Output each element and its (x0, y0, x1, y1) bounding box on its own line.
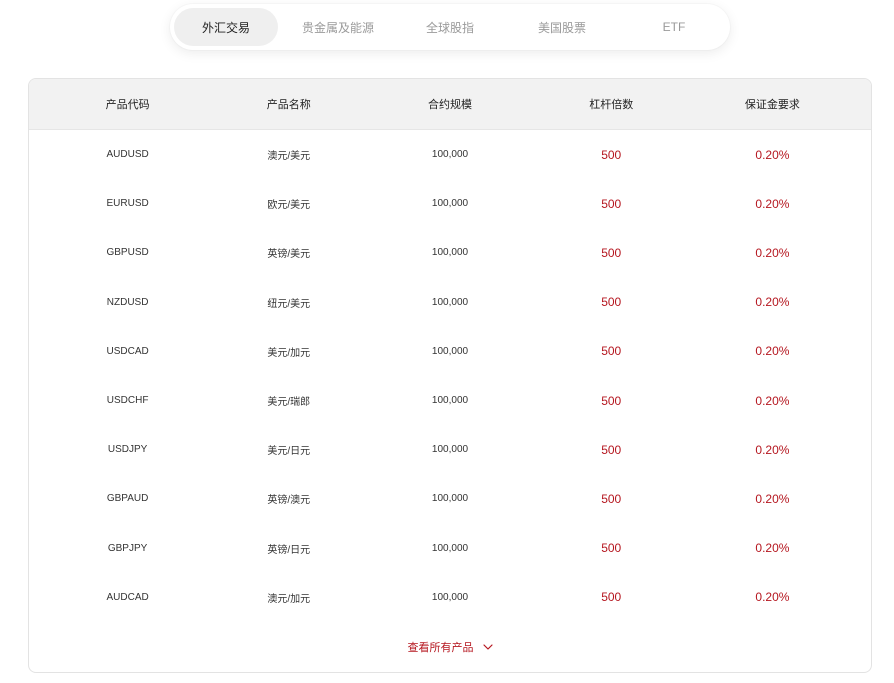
view-all-products-label: 查看所有产品 (407, 641, 474, 654)
contract-size: 100,000 (431, 345, 469, 357)
table-body: AUDUSD 澳元/美元 100,000 500 0.20% EURUSD 欧元… (29, 130, 871, 622)
product-name: 澳元/美元 (267, 151, 311, 163)
chevron-down-icon (482, 644, 493, 650)
header-contract-size: 合约规模 (428, 99, 472, 111)
margin-requirement: 0.20% (755, 344, 790, 359)
tab-forex[interactable]: 外汇交易 (174, 8, 278, 46)
product-name: 美元/日元 (267, 446, 311, 458)
margin-requirement: 0.20% (755, 541, 790, 556)
product-name: 欧元/美元 (267, 200, 311, 212)
contract-size: 100,000 (431, 296, 469, 308)
product-name: 英镑/日元 (267, 544, 311, 556)
product-code: USDJPY (107, 444, 148, 456)
contract-size: 100,000 (431, 444, 469, 456)
leverage: 500 (601, 344, 622, 359)
leverage: 500 (601, 147, 622, 162)
product-code: GBPUSD (106, 247, 149, 259)
tab-metals-energy[interactable]: 贵金属及能源 (286, 8, 390, 46)
header-product-code: 产品代码 (105, 99, 150, 111)
product-code: AUDUSD (106, 149, 149, 161)
tab-us-stocks[interactable]: 美国股票 (510, 8, 614, 46)
contract-size: 100,000 (431, 395, 469, 407)
leverage: 500 (601, 245, 622, 260)
product-code: USDCAD (106, 345, 149, 357)
product-name: 美元/瑞郎 (267, 397, 311, 409)
product-name: 英镑/美元 (267, 249, 311, 261)
table-row: AUDCAD 澳元/加元 100,000 500 0.20% (29, 573, 871, 622)
table-row: GBPAUD 英镑/澳元 100,000 500 0.20% (29, 474, 871, 523)
leverage: 500 (601, 295, 622, 310)
product-code: GBPAUD (106, 493, 149, 505)
table-row: NZDUSD 纽元/美元 100,000 500 0.20% (29, 278, 871, 327)
margin-requirement: 0.20% (755, 196, 790, 211)
product-code: EURUSD (106, 198, 149, 210)
margin-requirement: 0.20% (755, 147, 790, 162)
product-name: 英镑/澳元 (267, 495, 311, 507)
contract-size: 100,000 (431, 542, 469, 554)
view-all-products-link[interactable]: 查看所有产品 (408, 639, 493, 655)
product-code: AUDCAD (106, 591, 149, 603)
product-name: 美元/加元 (267, 347, 311, 359)
tab-global-indices[interactable]: 全球股指 (398, 8, 502, 46)
header-product-name: 产品名称 (266, 99, 311, 111)
product-code: NZDUSD (106, 296, 149, 308)
header-margin-requirement: 保证金要求 (744, 99, 800, 111)
product-category-tabs: 外汇交易 贵金属及能源 全球股指 美国股票 ETF (170, 4, 730, 50)
leverage: 500 (601, 393, 622, 408)
product-table: 产品代码 产品名称 合约规模 杠杆倍数 保证金要求 AUDUSD 澳元/美元 1… (28, 78, 872, 673)
contract-size: 100,000 (431, 591, 469, 603)
margin-requirement: 0.20% (755, 295, 790, 310)
contract-size: 100,000 (431, 198, 469, 210)
table-row: GBPJPY 英镑/日元 100,000 500 0.20% (29, 524, 871, 573)
table-row: USDCAD 美元/加元 100,000 500 0.20% (29, 327, 871, 376)
product-name: 澳元/加元 (267, 593, 311, 605)
product-code: USDCHF (106, 395, 149, 407)
leverage: 500 (601, 590, 622, 605)
contract-size: 100,000 (431, 149, 469, 161)
contract-size: 100,000 (431, 247, 469, 259)
table-header: 产品代码 产品名称 合约规模 杠杆倍数 保证金要求 (29, 79, 871, 130)
tab-etf[interactable]: ETF (622, 8, 726, 46)
margin-requirement: 0.20% (755, 393, 790, 408)
leverage: 500 (601, 541, 622, 556)
header-leverage: 杠杆倍数 (589, 99, 634, 111)
product-code: GBPJPY (107, 542, 148, 554)
table-row: EURUSD 欧元/美元 100,000 500 0.20% (29, 179, 871, 228)
table-footer: 查看所有产品 (29, 622, 871, 672)
table-row: USDCHF 美元/瑞郎 100,000 500 0.20% (29, 376, 871, 425)
table-row: USDJPY 美元/日元 100,000 500 0.20% (29, 425, 871, 474)
table-row: GBPUSD 英镑/美元 100,000 500 0.20% (29, 228, 871, 277)
margin-requirement: 0.20% (755, 491, 790, 506)
margin-requirement: 0.20% (755, 245, 790, 260)
leverage: 500 (601, 196, 622, 211)
product-name: 纽元/美元 (267, 298, 311, 310)
table-row: AUDUSD 澳元/美元 100,000 500 0.20% (29, 130, 871, 179)
contract-size: 100,000 (431, 493, 469, 505)
leverage: 500 (601, 491, 622, 506)
margin-requirement: 0.20% (755, 590, 790, 605)
margin-requirement: 0.20% (755, 442, 790, 457)
leverage: 500 (601, 442, 622, 457)
